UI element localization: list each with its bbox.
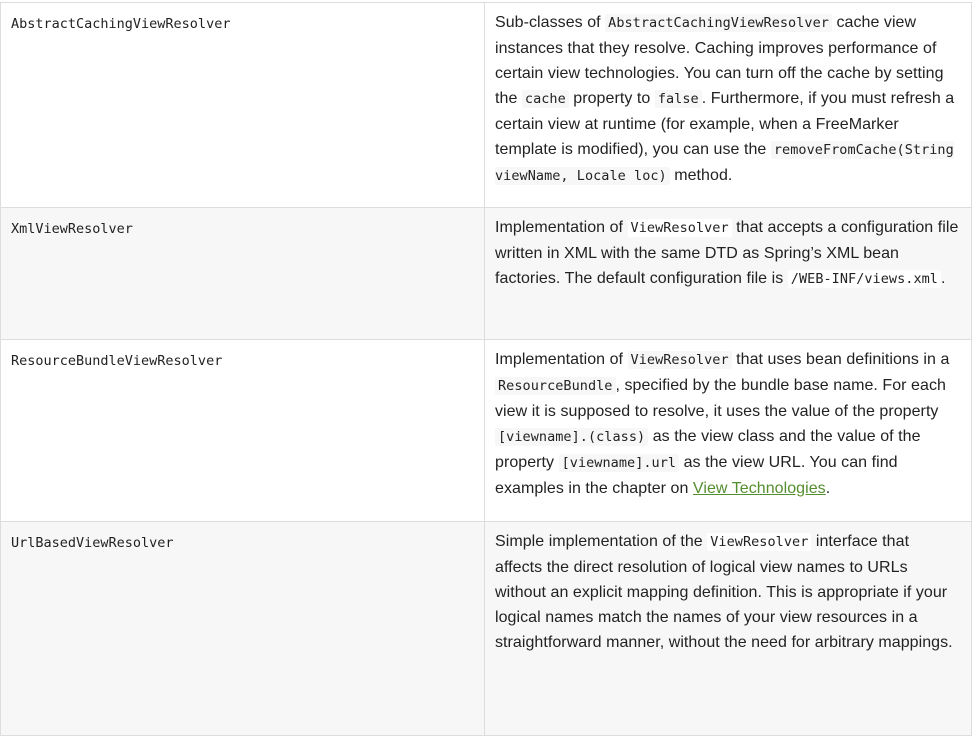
description-text: that uses bean definitions in a [731,351,950,368]
description-text: . [825,480,831,497]
inline-code: /WEB-INF/views.xml [787,270,941,288]
description-text: . [940,270,946,287]
inline-code: ViewResolver [707,533,812,551]
resolver-description-cell: Simple implementation of the ViewResolve… [484,521,972,736]
resolver-name: XmlViewResolver [11,221,133,237]
view-resolver-table: AbstractCachingViewResolver Sub-classes … [0,2,972,736]
inline-code: [viewname].url [558,454,680,472]
resolver-name-cell: UrlBasedViewResolver [0,521,485,736]
table-row: UrlBasedViewResolver Simple implementati… [0,521,972,736]
inline-code: ViewResolver [627,219,732,237]
resolver-description-cell: Implementation of ViewResolver that uses… [484,339,972,522]
description-text: Implementation of [495,219,628,236]
resolver-name-cell: XmlViewResolver [0,207,485,340]
table-row: XmlViewResolver Implementation of ViewRe… [0,207,972,340]
view-technologies-link[interactable]: View Technologies [693,480,826,497]
description-text: Simple implementation of the [495,533,708,550]
inline-code: cache [521,90,569,108]
table-row: ResourceBundleViewResolver Implementatio… [0,339,972,522]
resolver-description-cell: Implementation of ViewResolver that acce… [484,207,972,340]
description-text: method. [669,167,733,184]
description-text: Sub-classes of [495,14,606,31]
description-text: Implementation of [495,351,628,368]
resolver-name: AbstractCachingViewResolver [11,16,231,32]
inline-code: false [654,90,702,108]
inline-code: [viewname].(class) [495,428,649,446]
resolver-name-cell: AbstractCachingViewResolver [0,2,485,208]
table-row: AbstractCachingViewResolver Sub-classes … [0,2,972,208]
resolver-description-cell: Sub-classes of AbstractCachingViewResolv… [484,2,972,208]
description-text: property to [568,90,655,107]
resolver-name-cell: ResourceBundleViewResolver [0,339,485,522]
resolver-name: UrlBasedViewResolver [11,535,174,551]
inline-code: ViewResolver [627,351,732,369]
inline-code: ResourceBundle [495,377,616,395]
inline-code: AbstractCachingViewResolver [605,14,832,32]
resolver-name: ResourceBundleViewResolver [11,353,223,369]
